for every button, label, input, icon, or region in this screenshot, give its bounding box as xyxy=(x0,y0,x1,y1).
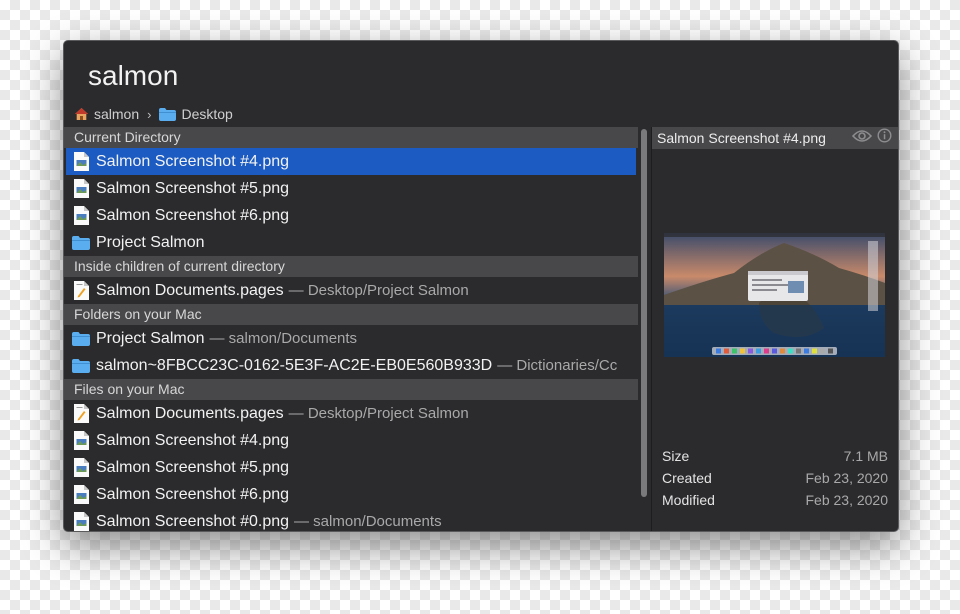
meta-value: 7.1 MB xyxy=(843,448,888,464)
breadcrumb-separator: › xyxy=(147,106,152,122)
list-item[interactable]: Salmon Screenshot #5.png xyxy=(64,175,638,202)
png-file-icon xyxy=(72,206,90,226)
folder-icon xyxy=(159,107,177,121)
png-file-icon xyxy=(72,485,90,505)
preview-title: Salmon Screenshot #4.png xyxy=(657,130,826,146)
item-name: Salmon Documents.pages xyxy=(96,405,284,422)
item-name: Salmon Screenshot #6.png xyxy=(96,486,290,503)
item-name: Project Salmon xyxy=(96,330,205,347)
item-name: Project Salmon xyxy=(96,234,205,251)
breadcrumb-label: salmon xyxy=(94,106,140,122)
item-path: — Desktop/Project Salmon xyxy=(288,405,469,422)
meta-value: Feb 23, 2020 xyxy=(805,492,888,508)
list-item[interactable]: Salmon Screenshot #6.png xyxy=(64,202,638,229)
list-item[interactable]: Salmon Screenshot #0.png — salmon/Docume… xyxy=(64,508,638,531)
folder-icon xyxy=(72,329,90,349)
pages-file-icon xyxy=(72,281,90,301)
breadcrumb-item-home[interactable]: salmon xyxy=(74,106,139,122)
list-item[interactable]: Salmon Screenshot #4.png xyxy=(64,427,638,454)
meta-row-modified: Modified Feb 23, 2020 xyxy=(662,489,888,511)
item-name: salmon~8FBCC23C-0162-5E3F-AC2E-EB0E560B9… xyxy=(96,357,493,374)
list-item[interactable]: salmon~8FBCC23C-0162-5E3F-AC2E-EB0E560B9… xyxy=(64,352,638,379)
meta-value: Feb 23, 2020 xyxy=(805,470,888,486)
item-path: — salmon/Documents xyxy=(209,330,358,347)
section-header-children: Inside children of current directory xyxy=(64,256,638,277)
section-header-current-directory: Current Directory xyxy=(64,127,638,148)
folder-icon xyxy=(72,233,90,253)
home-icon xyxy=(74,107,89,121)
item-name: Salmon Screenshot #6.png xyxy=(96,207,290,224)
results-scrollbar[interactable] xyxy=(641,129,647,497)
meta-label: Created xyxy=(662,470,712,486)
meta-row-size: Size 7.1 MB xyxy=(662,445,888,467)
list-item[interactable]: Salmon Screenshot #6.png xyxy=(64,481,638,508)
preview-thumbnail xyxy=(664,233,885,357)
item-path: — salmon/Documents xyxy=(294,513,442,530)
list-item[interactable]: Salmon Documents.pages — Desktop/Project… xyxy=(64,400,638,427)
search-input[interactable] xyxy=(88,57,648,95)
folder-icon xyxy=(72,356,90,376)
breadcrumb-item-desktop[interactable]: Desktop xyxy=(159,106,233,122)
breadcrumb: salmon › Desktop xyxy=(74,105,233,123)
meta-label: Size xyxy=(662,448,690,464)
info-icon[interactable] xyxy=(877,127,892,149)
png-file-icon xyxy=(72,431,90,451)
meta-row-created: Created Feb 23, 2020 xyxy=(662,467,888,489)
item-name: Salmon Screenshot #4.png xyxy=(96,432,290,449)
preview-header: Salmon Screenshot #4.png xyxy=(652,127,898,149)
item-name: Salmon Screenshot #4.png xyxy=(96,153,290,170)
item-path: — Desktop/Project Salmon xyxy=(288,282,469,299)
png-file-icon xyxy=(72,152,90,172)
png-file-icon xyxy=(72,179,90,199)
file-metadata: Size 7.1 MB Created Feb 23, 2020 Modifie… xyxy=(662,445,888,511)
item-name: Salmon Screenshot #5.png xyxy=(96,180,290,197)
breadcrumb-label: Desktop xyxy=(181,106,233,122)
pages-file-icon xyxy=(72,404,90,424)
meta-label: Modified xyxy=(662,492,715,508)
item-path: — Dictionaries/Cc xyxy=(497,357,618,374)
results-list: Current Directory Salmon Screenshot #4.p… xyxy=(64,127,638,531)
list-item[interactable]: Project Salmon xyxy=(64,229,638,256)
spotlight-window: salmon › Desktop Current Directory Salmo… xyxy=(63,40,899,532)
item-name: Salmon Documents.pages xyxy=(96,282,284,299)
list-item[interactable]: Salmon Screenshot #4.png xyxy=(66,148,636,175)
preview-pane: Salmon Screenshot #4.png Size 7.1 MB Cre… xyxy=(652,127,898,531)
list-item[interactable]: Salmon Documents.pages — Desktop/Project… xyxy=(64,277,638,304)
section-header-files: Files on your Mac xyxy=(64,379,638,400)
list-item[interactable]: Salmon Screenshot #5.png xyxy=(64,454,638,481)
eye-icon[interactable] xyxy=(851,127,873,149)
section-header-folders: Folders on your Mac xyxy=(64,304,638,325)
item-name: Salmon Screenshot #5.png xyxy=(96,459,290,476)
png-file-icon xyxy=(72,458,90,478)
png-file-icon xyxy=(72,512,90,531)
item-name: Salmon Screenshot #0.png xyxy=(96,513,290,530)
list-item[interactable]: Project Salmon — salmon/Documents xyxy=(64,325,638,352)
